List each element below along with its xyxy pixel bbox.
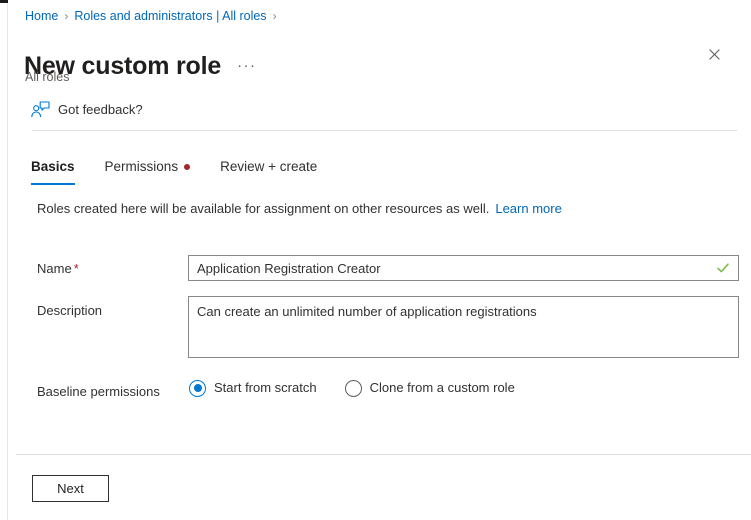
green-check-icon [716, 261, 730, 275]
tab-list: Basics Permissions Review + create [31, 158, 347, 185]
info-text-row: Roles created here will be available for… [37, 200, 562, 218]
command-bar-divider [32, 130, 737, 131]
breadcrumb-item-roles-and-administrators[interactable]: Roles and administrators | All roles [74, 8, 266, 24]
tab-permissions-label: Permissions [105, 158, 179, 176]
tab-review-create-label: Review + create [220, 158, 317, 176]
tab-permissions[interactable]: Permissions [105, 158, 191, 185]
description-field-wrapper[interactable] [188, 296, 739, 358]
name-label-text: Name [37, 261, 72, 276]
new-custom-role-blade: Home › Roles and administrators | All ro… [8, 0, 751, 520]
name-input[interactable] [197, 256, 710, 280]
breadcrumb-chevron-icon: › [64, 8, 68, 24]
name-field-wrapper[interactable] [188, 255, 739, 281]
tab-basics[interactable]: Basics [31, 158, 75, 185]
footer-divider [16, 454, 751, 455]
tab-basics-label: Basics [31, 158, 75, 176]
radio-clone-from-custom-role-label: Clone from a custom role [370, 379, 515, 397]
blade-title-row: New custom role ··· [24, 33, 257, 99]
description-label-text: Description [37, 303, 102, 318]
description-field-label: Description [37, 302, 102, 320]
person-feedback-icon [30, 101, 50, 119]
radio-start-from-scratch-label: Start from scratch [214, 379, 317, 397]
name-field-label: Name* [37, 260, 79, 278]
page-subtitle: All roles [25, 69, 69, 85]
next-button[interactable]: Next [32, 475, 109, 502]
radio-clone-from-custom-role[interactable]: Clone from a custom role [345, 379, 515, 397]
learn-more-link[interactable]: Learn more [495, 201, 561, 216]
close-button[interactable] [703, 43, 725, 65]
tab-review-create[interactable]: Review + create [220, 158, 317, 185]
info-text: Roles created here will be available for… [37, 201, 489, 216]
got-feedback-label: Got feedback? [58, 101, 143, 119]
baseline-permissions-label-text: Baseline permissions [37, 384, 160, 399]
radio-selected-dot-icon [194, 384, 202, 392]
breadcrumb-chevron-icon: › [273, 8, 277, 24]
radio-clone-from-custom-role-mark[interactable] [345, 380, 362, 397]
baseline-permissions-radio-group: Start from scratch Clone from a custom r… [189, 379, 543, 397]
got-feedback-button[interactable]: Got feedback? [26, 98, 147, 122]
radio-start-from-scratch[interactable]: Start from scratch [189, 379, 317, 397]
tab-permissions-alert-dot-icon [184, 164, 190, 170]
close-icon [709, 49, 720, 60]
name-required-marker: * [74, 261, 79, 276]
breadcrumb: Home › Roles and administrators | All ro… [25, 8, 283, 24]
description-input[interactable] [189, 297, 738, 357]
radio-start-from-scratch-mark[interactable] [189, 380, 206, 397]
baseline-permissions-label: Baseline permissions [37, 383, 160, 401]
breadcrumb-item-home[interactable]: Home [25, 8, 58, 24]
more-options-ellipsis-icon[interactable]: ··· [237, 57, 257, 74]
